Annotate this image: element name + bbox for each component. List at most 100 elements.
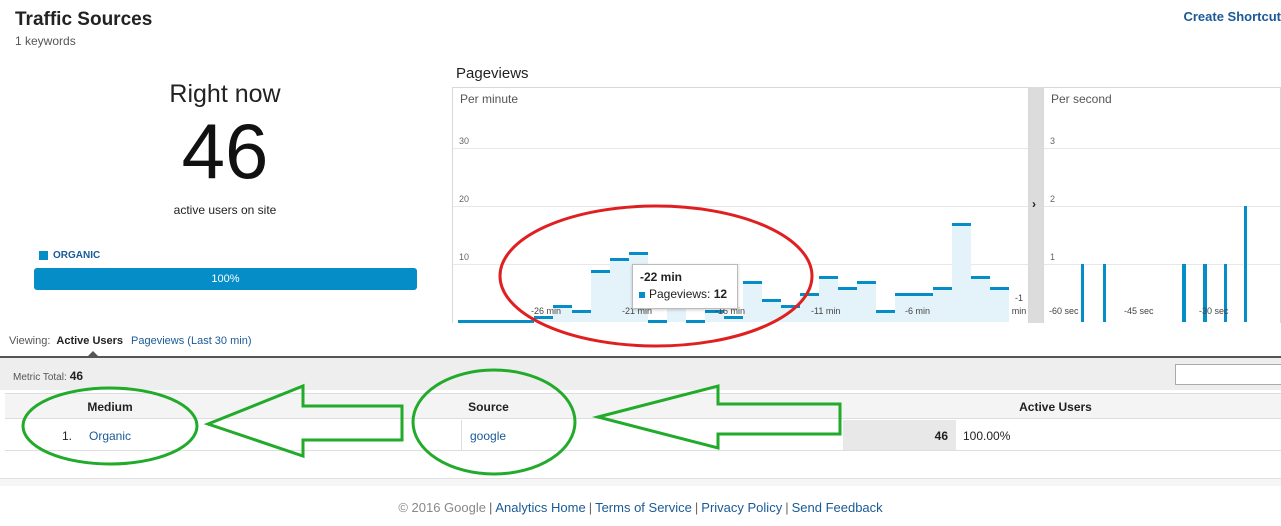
bar-minute-cap <box>914 293 933 296</box>
x-tick-label: -26 min <box>531 306 562 316</box>
bar-minute-cap <box>933 287 952 291</box>
bar-second <box>1103 264 1106 322</box>
bar-minute-cap <box>819 275 838 279</box>
bar-minute <box>515 320 534 323</box>
y-tick-label: 3 <box>1050 136 1056 146</box>
grid-line-30 <box>453 148 1028 149</box>
organic-share-bar: 100% <box>34 268 417 290</box>
bar-minute <box>648 320 667 323</box>
bar-minute-cap <box>534 316 553 320</box>
bar-minute-cap <box>895 293 914 296</box>
page-subtitle: 1 keywords <box>15 34 76 48</box>
organic-legend-label: ORGANIC <box>53 250 101 261</box>
bar-minute-cap <box>496 320 515 323</box>
row-source-link[interactable]: google <box>470 429 506 443</box>
bar-minute-cap <box>857 281 876 285</box>
right-now-heading: Right now <box>169 80 281 108</box>
row-medium-link[interactable]: Organic <box>89 429 131 443</box>
bar-minute <box>952 223 971 322</box>
row-index: 1. <box>62 429 73 443</box>
y-tick-label: 30 <box>459 136 470 146</box>
x-tick-label: -30 sec <box>1199 306 1229 316</box>
bar-minute-cap <box>762 298 781 302</box>
x-tick-label: -11 min <box>811 306 841 316</box>
bar-minute-cap <box>800 293 819 296</box>
y-tick-label: 20 <box>459 194 470 204</box>
footer-link-analytics-home[interactable]: Analytics Home <box>495 500 585 515</box>
y-tick-label: 2 <box>1050 194 1056 204</box>
per-minute-label: Per minute <box>460 92 519 106</box>
y-tick-label: 10 <box>459 252 470 262</box>
tooltip-value-line: Pageviews: 12 <box>649 287 727 301</box>
metric-total-label: Metric Total: <box>13 372 67 383</box>
bar-minute <box>477 320 496 323</box>
bar-minute-cap <box>610 258 629 262</box>
footer-band <box>0 478 1281 486</box>
row-percent: 100.00% <box>963 429 1011 443</box>
row-active-users: 46 <box>934 429 948 443</box>
bar-minute <box>876 310 895 322</box>
x-tick-label: -60 sec <box>1049 306 1079 316</box>
metric-total: Metric Total: 46 <box>13 369 83 383</box>
per-minute-chart: Per minute 10 20 30 -26 min -21 min -16 min -1… <box>452 87 1029 323</box>
bar-minute-cap <box>743 281 762 285</box>
footer-link-terms[interactable]: Terms of Service <box>595 500 692 515</box>
tooltip-swatch <box>639 292 645 298</box>
bar-minute <box>971 275 990 322</box>
bar-minute-cap <box>629 252 648 256</box>
bar-minute <box>781 304 800 322</box>
grid-line-20 <box>453 206 1028 207</box>
organic-legend-swatch <box>39 251 48 260</box>
per-second-label: Per second <box>1051 92 1112 106</box>
bar-minute <box>762 298 781 322</box>
bar-minute-cap <box>971 275 990 279</box>
table-row: 1. Organic google 46 100.00% <box>5 420 1281 451</box>
column-header-medium[interactable]: Medium <box>5 400 215 414</box>
bar-minute-cap <box>572 310 591 314</box>
grid-line-3 <box>1044 148 1280 149</box>
bar-minute <box>686 320 705 323</box>
page-title: Traffic Sources <box>15 9 153 30</box>
create-shortcut-link[interactable]: Create Shortcut <box>1183 9 1281 24</box>
bar-minute <box>838 287 857 322</box>
active-users-count: 46 <box>181 107 269 195</box>
x-tick-label: -45 sec <box>1124 306 1154 316</box>
bar-minute <box>534 316 553 322</box>
column-header-active-users[interactable]: Active Users <box>843 400 1268 414</box>
table-filter-input[interactable] <box>1175 364 1281 385</box>
bar-minute-cap <box>477 320 496 323</box>
bar-minute <box>990 287 1009 322</box>
bar-minute <box>857 281 876 322</box>
viewing-tab-pageviews[interactable]: Pageviews (Last 30 min) <box>131 335 251 347</box>
viewing-row: Viewing: Active Users Pageviews (Last 30 m… <box>9 335 252 347</box>
bar-minute <box>458 320 477 323</box>
metric-total-bar: Metric Total: 46 <box>0 356 1281 390</box>
bar-minute-cap <box>781 304 800 308</box>
tooltip-series: Pageviews: <box>649 287 711 301</box>
per-second-chart: Per second 1 2 3 -60 sec -45 sec -30 sec <box>1043 87 1281 323</box>
tooltip-time: -22 min <box>640 270 683 284</box>
cell-separator <box>461 420 462 451</box>
pageviews-title: Pageviews <box>456 65 529 82</box>
bar-minute-cap <box>990 287 1009 291</box>
y-tick-label: 1 <box>1050 252 1056 262</box>
bar-minute <box>743 281 762 322</box>
bar-minute-cap <box>838 287 857 291</box>
chevron-right-icon[interactable]: › <box>1032 197 1036 211</box>
bar-minute <box>591 269 610 322</box>
bar-minute-cap <box>458 320 477 323</box>
metric-total-value: 46 <box>69 369 84 383</box>
viewing-label: Viewing: <box>9 335 51 347</box>
bar-minute-cap <box>591 269 610 273</box>
bar-minute <box>572 310 591 322</box>
tooltip-value: 12 <box>713 287 728 301</box>
footer: © 2016 Google | Analytics Home | Terms of Se… <box>398 500 883 515</box>
footer-link-feedback[interactable]: Send Feedback <box>792 500 883 515</box>
bar-second <box>1081 264 1084 322</box>
column-header-source[interactable]: Source <box>405 400 572 414</box>
table-header-row: Medium Source Active Users <box>5 393 1281 419</box>
footer-link-privacy[interactable]: Privacy Policy <box>701 500 782 515</box>
bar-second <box>1183 264 1186 322</box>
bar-minute <box>496 320 515 323</box>
viewing-tab-active-users[interactable]: Active Users <box>56 335 123 347</box>
